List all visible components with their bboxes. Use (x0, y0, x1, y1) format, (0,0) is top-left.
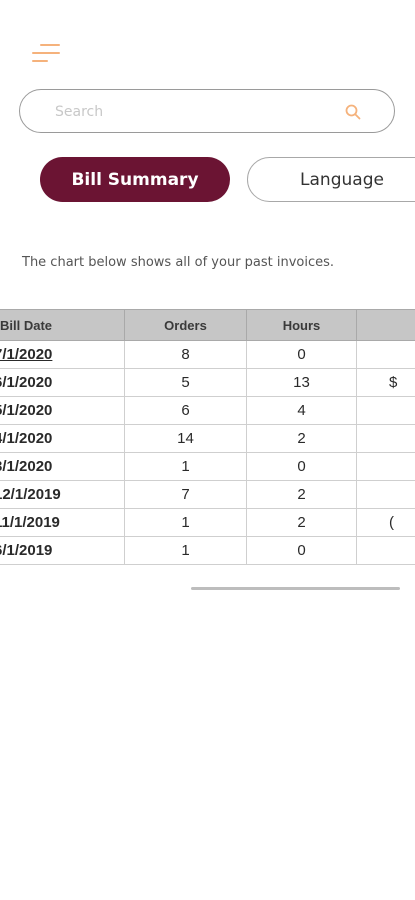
table-row: 11/1/2019 1 2 ( (0, 508, 415, 537)
header-hours: Hours (246, 309, 357, 341)
table-row: 7/1/2020 8 0 (0, 340, 415, 369)
table-header-row: Bill Date Orders Hours (0, 309, 415, 341)
header-orders: Orders (124, 309, 247, 341)
search-input[interactable] (53, 100, 337, 124)
bill-summary-screen: Bill Summary Language The chart below sh… (0, 0, 415, 900)
hours-cell: 2 (246, 424, 357, 453)
tab-language[interactable]: Language (247, 157, 415, 202)
extra-cell (356, 480, 415, 509)
hours-cell: 4 (246, 396, 357, 425)
bill-date-cell[interactable]: 6/1/2019 (0, 536, 125, 565)
orders-cell: 1 (124, 508, 247, 537)
hours-cell: 2 (246, 480, 357, 509)
orders-cell: 7 (124, 480, 247, 509)
search-bar (19, 89, 395, 133)
menu-button[interactable] (30, 42, 62, 66)
bill-date-cell[interactable]: 12/1/2019 (0, 480, 125, 509)
invoice-table: Bill Date Orders Hours 7/1/2020 8 0 6/1/… (0, 309, 415, 565)
orders-cell: 8 (124, 340, 247, 369)
table-row: 6/1/2020 5 13 $ (0, 368, 415, 397)
bill-date-cell[interactable]: 5/1/2020 (0, 396, 125, 425)
bill-date-cell[interactable]: 3/1/2020 (0, 452, 125, 481)
header-bill-date: Bill Date (0, 309, 125, 341)
hours-cell: 0 (246, 536, 357, 565)
table-row: 4/1/2020 14 2 (0, 424, 415, 453)
table-row: 5/1/2020 6 4 (0, 396, 415, 425)
orders-cell: 6 (124, 396, 247, 425)
hours-cell: 13 (246, 368, 357, 397)
tab-bill-summary[interactable]: Bill Summary (40, 157, 230, 202)
bill-date-cell[interactable]: 6/1/2020 (0, 368, 125, 397)
extra-cell (356, 536, 415, 565)
hours-cell: 2 (246, 508, 357, 537)
hours-cell: 0 (246, 452, 357, 481)
horizontal-scrollbar[interactable] (191, 587, 400, 590)
invoice-table-container[interactable]: Bill Date Orders Hours 7/1/2020 8 0 6/1/… (0, 309, 415, 565)
search-icon[interactable] (344, 103, 362, 121)
table-row: 12/1/2019 7 2 (0, 480, 415, 509)
bill-date-link[interactable]: 7/1/2020 (0, 340, 125, 369)
extra-cell (356, 424, 415, 453)
table-row: 3/1/2020 1 0 (0, 452, 415, 481)
invoices-description: The chart below shows all of your past i… (22, 255, 335, 270)
orders-cell: 5 (124, 368, 247, 397)
extra-cell: $ (356, 368, 415, 397)
bill-date-cell[interactable]: 4/1/2020 (0, 424, 125, 453)
extra-cell (356, 396, 415, 425)
extra-cell: ( (356, 508, 415, 537)
hours-cell: 0 (246, 340, 357, 369)
header-extra (356, 309, 415, 341)
orders-cell: 1 (124, 536, 247, 565)
table-row: 6/1/2019 1 0 (0, 536, 415, 565)
orders-cell: 1 (124, 452, 247, 481)
extra-cell (356, 340, 415, 369)
orders-cell: 14 (124, 424, 247, 453)
bill-date-cell[interactable]: 11/1/2019 (0, 508, 125, 537)
extra-cell (356, 452, 415, 481)
